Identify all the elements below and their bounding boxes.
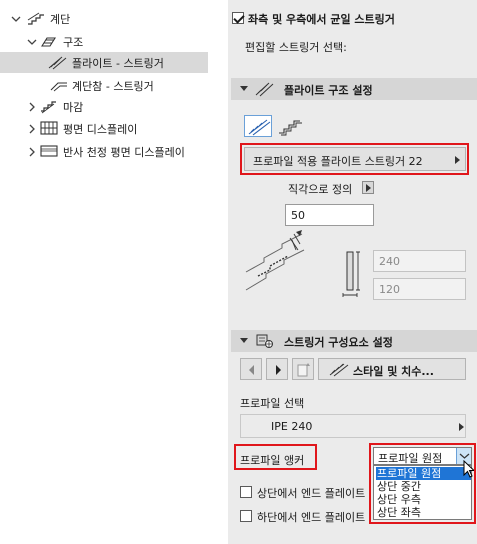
stringer-style-icon xyxy=(329,363,349,377)
end-plate-top-checkbox[interactable] xyxy=(240,486,252,498)
chevron-down-icon[interactable] xyxy=(27,37,37,47)
floor-plan-icon xyxy=(40,121,58,135)
end-plate-bottom-label: 하단에서 엔드 플레이트 xyxy=(257,511,366,524)
section-title: 플라이트 구조 설정 xyxy=(284,84,373,97)
profile-select-button[interactable]: IPE 240 xyxy=(240,414,466,438)
stringer-components-section-header[interactable]: 스트링거 구성요소 설정 xyxy=(231,330,477,352)
select-stringer-label: 편집할 스트링거 선택: xyxy=(245,41,347,54)
stepped-stringer-button[interactable] xyxy=(276,115,304,137)
add-component-button[interactable] xyxy=(292,358,314,380)
chevron-right-icon xyxy=(366,184,371,192)
flight-stringer-icon xyxy=(255,81,275,100)
flight-stringer-icon xyxy=(48,56,67,70)
panel-divider xyxy=(208,0,228,544)
anchor-option-top-left[interactable]: 상단 좌측 xyxy=(376,506,471,519)
previous-component-button[interactable] xyxy=(240,358,262,380)
finish-icon xyxy=(40,100,58,114)
tree-label: 계단참 - 스트링거 xyxy=(72,80,154,93)
tree-label: 반사 천정 평면 디스플레이 xyxy=(63,146,185,159)
profile-select-value: IPE 240 xyxy=(271,420,313,433)
stringer-depth-value: 50 xyxy=(291,208,305,222)
style-dimensions-button[interactable]: 스타일 및 치수... xyxy=(318,358,466,380)
chevron-right-icon xyxy=(276,365,281,375)
chevron-right-icon[interactable] xyxy=(27,102,37,112)
tree-item-finish[interactable]: 마감 xyxy=(0,96,208,117)
end-plate-bottom-checkbox[interactable] xyxy=(240,510,252,522)
stair-icon xyxy=(27,12,45,26)
tree-label: 마감 xyxy=(63,101,84,114)
tree-label: 평면 디스플레이 xyxy=(63,123,138,136)
anchor-option-top-middle[interactable]: 상단 중간 xyxy=(376,480,471,493)
chevron-left-icon xyxy=(249,365,254,375)
anchor-option-profile-origin[interactable]: 프로파일 원점 xyxy=(376,467,471,480)
perpendicular-label: 직각으로 정의 xyxy=(288,183,353,196)
chevron-right-icon xyxy=(455,156,460,164)
structure-icon xyxy=(40,35,58,49)
stringer-thickness-input[interactable]: 120 xyxy=(373,278,466,300)
anchor-option-top-right[interactable]: 상단 우측 xyxy=(376,493,471,506)
stringer-depth-input[interactable]: 50 xyxy=(285,204,374,226)
add-profile-icon xyxy=(297,363,310,377)
landing-stringer-icon xyxy=(50,79,68,93)
straight-stringer-icon xyxy=(248,119,271,136)
stringer-profile-diagram xyxy=(342,251,360,297)
stringer-height-input[interactable]: 240 xyxy=(373,250,466,272)
collapse-triangle-icon[interactable] xyxy=(240,338,248,343)
stringer-thickness-value: 120 xyxy=(379,282,400,296)
reflected-ceiling-icon xyxy=(40,144,58,158)
straight-stringer-button[interactable] xyxy=(244,115,272,137)
tree-item-rcp-display[interactable]: 반사 천정 평면 디스플레이 xyxy=(0,141,208,162)
profile-select-label: 프로파일 선택 xyxy=(240,397,305,410)
profile-anchor-selected-value: 프로파일 원점 xyxy=(378,452,443,465)
flight-structure-section-header[interactable]: 플라이트 구조 설정 xyxy=(231,78,477,100)
tree-label: 구조 xyxy=(63,36,84,49)
style-dimensions-label: 스타일 및 치수... xyxy=(353,365,434,378)
chevron-right-icon xyxy=(459,423,464,431)
chevron-right-icon[interactable] xyxy=(27,147,37,157)
chevron-right-icon[interactable] xyxy=(27,124,37,134)
tree-item-flight-stringer[interactable]: 플라이트 - 스트링거 xyxy=(0,52,208,73)
equal-stringers-checkbox[interactable] xyxy=(232,12,244,24)
flight-stringer-type-button[interactable]: 프로파일 적용 플라이트 스트링거 22 xyxy=(244,147,466,171)
mouse-cursor-icon xyxy=(463,460,476,478)
stringer-depth-diagram xyxy=(245,230,305,291)
component-settings-icon xyxy=(255,333,275,352)
profile-anchor-select[interactable]: 프로파일 원점 xyxy=(373,447,472,465)
next-component-button[interactable] xyxy=(266,358,288,380)
tree-item-landing-stringer[interactable]: 계단참 - 스트링거 xyxy=(0,75,208,96)
equal-stringers-label: 좌측 및 우측에서 균일 스트링거 xyxy=(248,13,395,26)
section-title: 스트링거 구성요소 설정 xyxy=(284,336,393,349)
stringer-height-value: 240 xyxy=(379,254,400,268)
tree-item-floor-plan-display[interactable]: 평면 디스플레이 xyxy=(0,118,208,139)
perpendicular-toggle-button[interactable] xyxy=(362,181,374,194)
end-plate-top-label: 상단에서 엔드 플레이트 xyxy=(257,487,366,500)
flight-stringer-type-label: 프로파일 적용 플라이트 스트링거 22 xyxy=(253,155,423,168)
chevron-down-icon[interactable] xyxy=(11,14,21,24)
tree-panel: 계단 구조 플라이트 - 스트링거 계단참 - 스트링거 마감 평면 디스플레이… xyxy=(0,0,208,544)
tree-item-structure[interactable]: 구조 xyxy=(0,31,208,52)
collapse-triangle-icon[interactable] xyxy=(240,86,248,91)
stepped-stringer-icon xyxy=(279,120,302,136)
profile-anchor-dropdown-list: 프로파일 원점 상단 중간 상단 우측 상단 좌측 xyxy=(373,465,472,520)
tree-item-stair[interactable]: 계단 xyxy=(0,8,208,29)
tree-label: 계단 xyxy=(50,13,71,26)
tree-label: 플라이트 - 스트링거 xyxy=(72,57,164,70)
profile-anchor-label: 프로파일 앵커 xyxy=(240,454,305,467)
